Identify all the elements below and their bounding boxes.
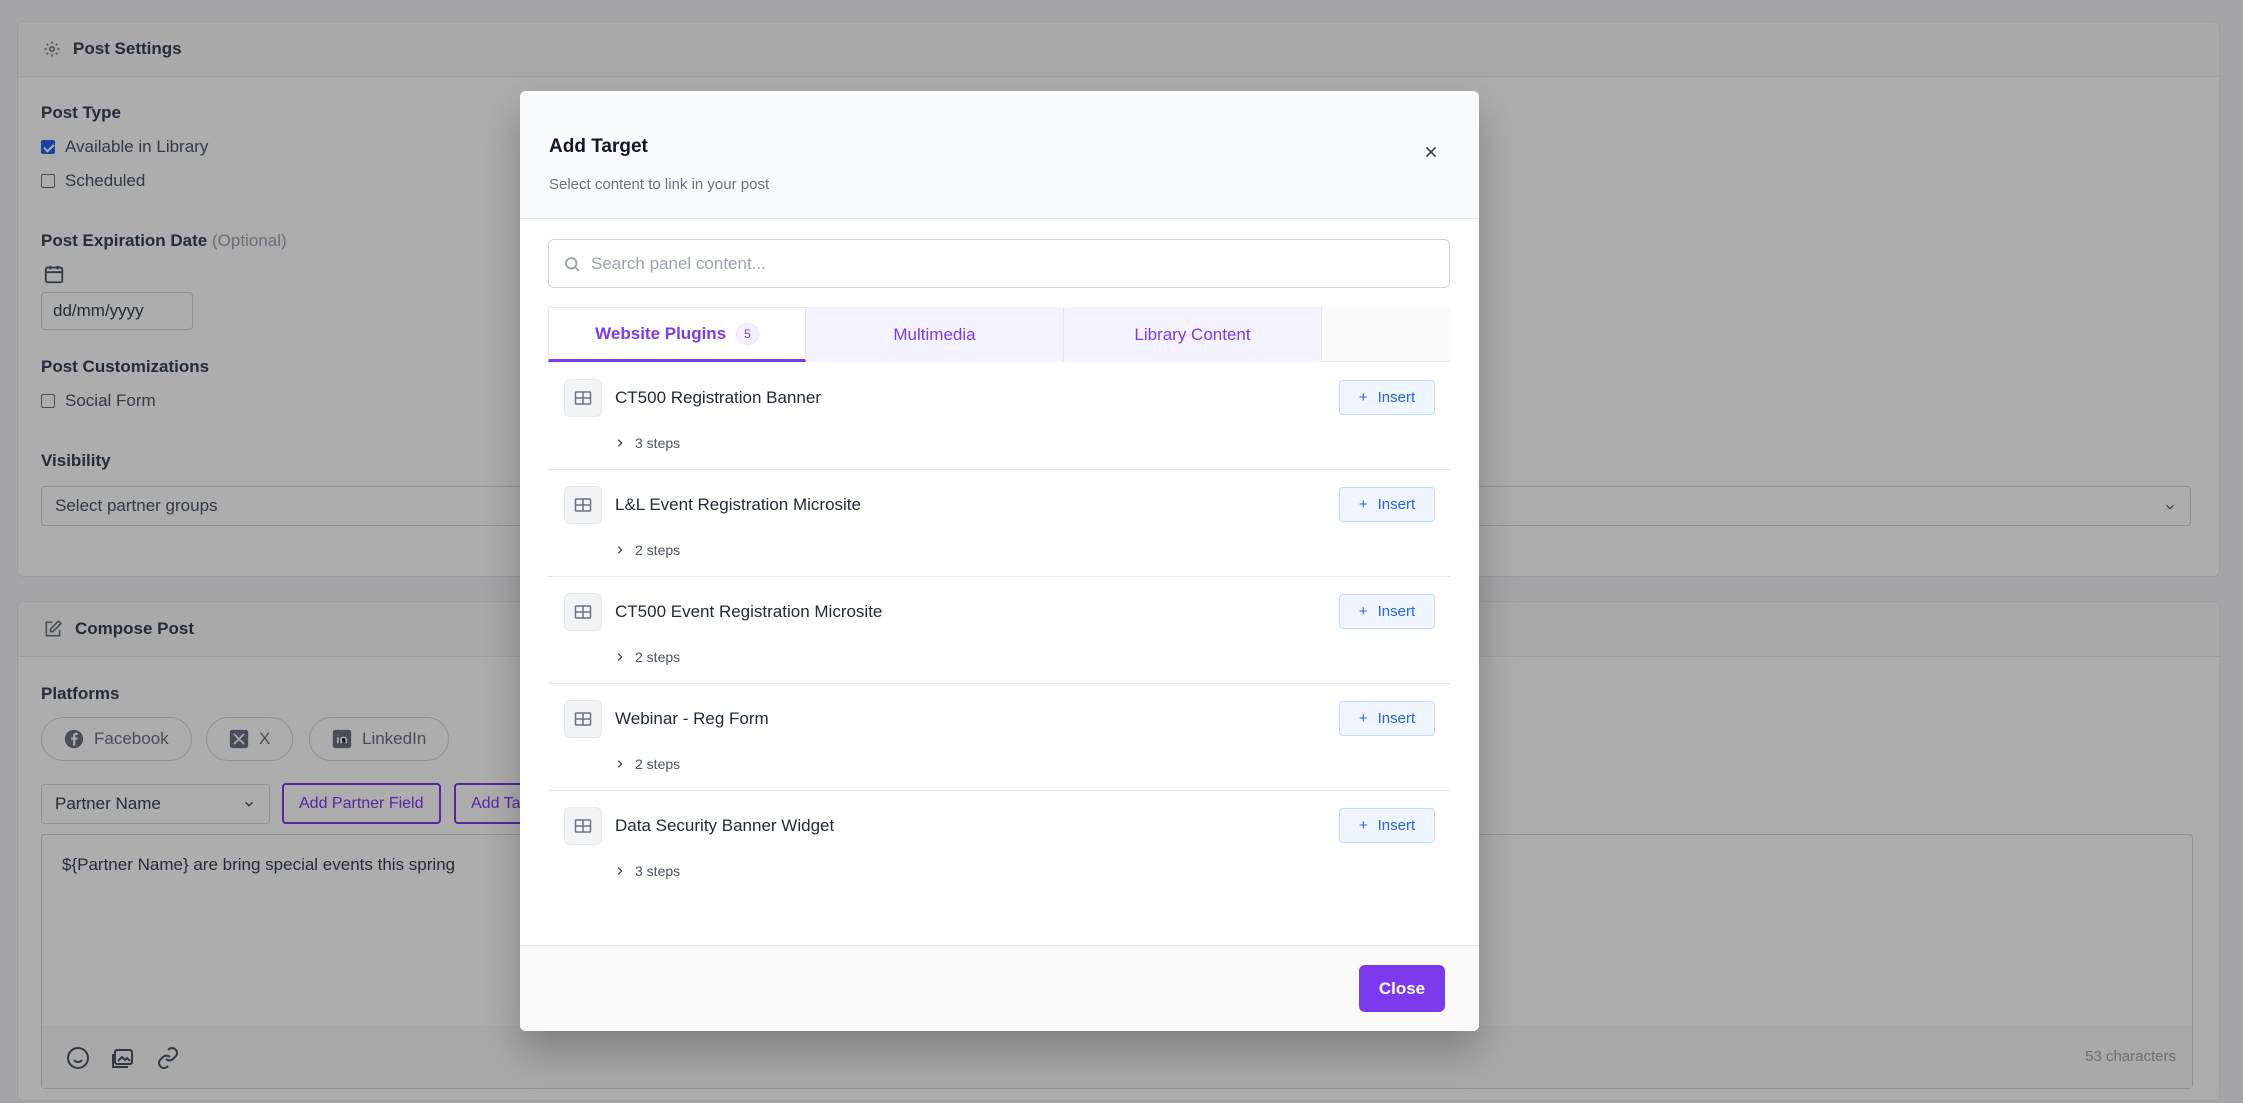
- list-item: Data Security Banner Widget 3 steps + Ins…: [548, 791, 1450, 898]
- insert-label: Insert: [1377, 817, 1416, 834]
- steps-toggle[interactable]: 2 steps: [615, 542, 680, 558]
- grid-icon: [564, 807, 602, 845]
- insert-button[interactable]: + Insert: [1339, 487, 1435, 522]
- plus-icon: +: [1358, 817, 1368, 834]
- search-box[interactable]: [548, 239, 1450, 288]
- tab-library-content[interactable]: Library Content: [1064, 307, 1322, 362]
- plus-icon: +: [1358, 603, 1368, 620]
- item-title: L&L Event Registration Microsite: [615, 495, 861, 514]
- steps-toggle[interactable]: 3 steps: [615, 435, 680, 451]
- grid-icon: [564, 593, 602, 631]
- tab-multimedia[interactable]: Multimedia: [806, 307, 1064, 362]
- item-title: Webinar - Reg Form: [615, 709, 769, 728]
- steps-label: 3 steps: [635, 863, 681, 879]
- modal-footer: Close: [520, 945, 1479, 1031]
- chevron-right-icon: [617, 760, 623, 768]
- plus-icon: +: [1358, 496, 1368, 513]
- tab-bar: Website Plugins 5 Multimedia Library Con…: [548, 307, 1450, 362]
- add-target-modal: Add Target Select content to link in you…: [520, 91, 1479, 1031]
- grid-icon: [564, 379, 602, 417]
- item-title: Data Security Banner Widget: [615, 816, 835, 835]
- insert-button[interactable]: + Insert: [1339, 701, 1435, 736]
- plugin-list: CT500 Registration Banner 3 steps + Inser…: [548, 363, 1450, 898]
- modal-subtitle: Select content to link in your post: [549, 176, 770, 193]
- grid-icon: [564, 700, 602, 738]
- tab-label: Multimedia: [893, 324, 976, 344]
- search-input[interactable]: [591, 253, 1411, 274]
- steps-toggle[interactable]: 2 steps: [615, 756, 680, 772]
- steps-label: 2 steps: [635, 756, 681, 772]
- plus-icon: +: [1358, 389, 1368, 406]
- modal-title: Add Target: [549, 136, 648, 157]
- insert-button[interactable]: + Insert: [1339, 808, 1435, 843]
- modal-header: Add Target Select content to link in you…: [520, 91, 1479, 219]
- search-icon: [565, 256, 580, 271]
- list-item: CT500 Event Registration Microsite 2 ste…: [548, 577, 1450, 684]
- insert-label: Insert: [1377, 603, 1416, 620]
- insert-label: Insert: [1377, 389, 1416, 406]
- insert-button[interactable]: + Insert: [1339, 594, 1435, 629]
- steps-label: 2 steps: [635, 542, 681, 558]
- steps-label: 3 steps: [635, 435, 681, 451]
- item-title: CT500 Registration Banner: [615, 388, 822, 407]
- list-item: CT500 Registration Banner 3 steps + Inser…: [548, 363, 1450, 470]
- chevron-right-icon: [617, 867, 623, 875]
- list-item: L&L Event Registration Microsite 2 steps…: [548, 470, 1450, 577]
- insert-button[interactable]: + Insert: [1339, 380, 1435, 415]
- insert-label: Insert: [1377, 710, 1416, 727]
- count-badge: 5: [736, 322, 759, 345]
- close-button[interactable]: Close: [1359, 965, 1445, 1012]
- steps-toggle[interactable]: 2 steps: [615, 649, 680, 665]
- tab-label: Website Plugins: [595, 323, 727, 343]
- plus-icon: +: [1358, 710, 1368, 727]
- chevron-right-icon: [617, 546, 623, 554]
- chevron-right-icon: [617, 653, 623, 661]
- item-title: CT500 Event Registration Microsite: [615, 602, 883, 621]
- steps-label: 2 steps: [635, 649, 681, 665]
- tab-website-plugins[interactable]: Website Plugins 5: [548, 307, 806, 362]
- chevron-right-icon: [617, 439, 623, 447]
- insert-label: Insert: [1377, 496, 1416, 513]
- list-item: Webinar - Reg Form 2 steps + Insert: [548, 684, 1450, 791]
- grid-icon: [564, 486, 602, 524]
- close-icon[interactable]: [1423, 144, 1439, 160]
- steps-toggle[interactable]: 3 steps: [615, 863, 680, 879]
- tab-label: Library Content: [1134, 324, 1251, 344]
